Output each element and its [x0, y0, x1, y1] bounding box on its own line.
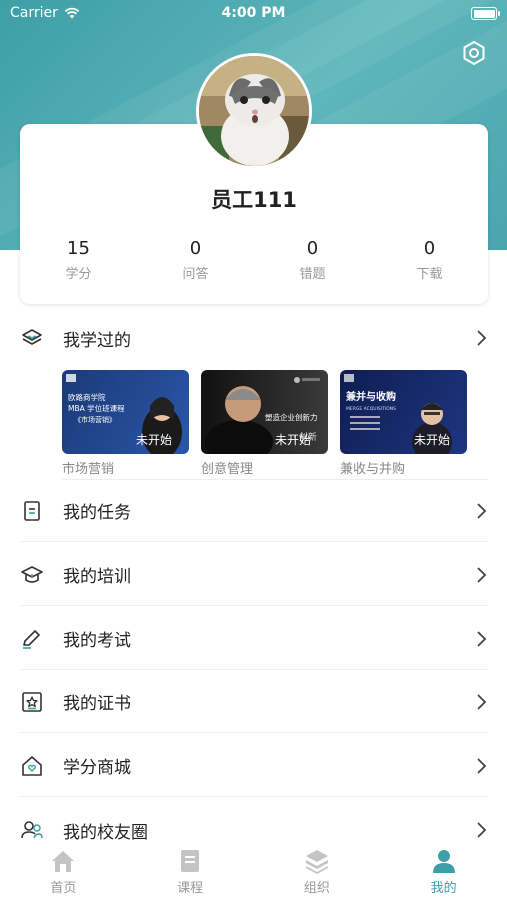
tab-label: 课程	[177, 881, 204, 896]
course-status: 未开始	[135, 433, 172, 447]
menu-item-exams[interactable]: 我的考试	[20, 608, 488, 670]
tab-label: 组织	[303, 881, 330, 896]
menu-item-certificates[interactable]: 我的证书	[20, 671, 488, 733]
layers-icon	[22, 329, 42, 345]
home-heart-icon	[22, 755, 42, 776]
clock: 4:00 PM	[221, 5, 286, 21]
battery-icon	[471, 7, 500, 20]
menu-item-credit-mall[interactable]: 学分商城	[20, 735, 488, 797]
menu-label: 我的任务	[63, 503, 131, 523]
graduation-cap-icon	[21, 565, 43, 583]
chevron-right-icon	[477, 822, 487, 838]
certificate-icon	[22, 691, 42, 712]
tab-home[interactable]: 首页	[0, 844, 127, 900]
stat-value: 0	[423, 238, 436, 259]
tab-bar: 首页 课程 组织 我的	[0, 844, 507, 900]
home-icon	[52, 851, 75, 872]
chevron-right-icon	[477, 566, 487, 583]
tab-label: 我的	[430, 881, 457, 896]
stat-value: 0	[306, 238, 319, 259]
task-icon	[24, 500, 40, 521]
stat-value: 15	[67, 238, 90, 259]
thumb-text: MERGE ACQUISITIONS	[346, 406, 396, 412]
layers-icon	[305, 850, 328, 874]
course-thumbnail: 欧路商学院 MBA 学位班课程 《市场营销》 未开始	[62, 370, 189, 454]
course-name: 兼收与并购	[340, 462, 406, 477]
thumb-text: 兼并与收购	[346, 390, 396, 403]
menu-label: 我的考试	[63, 631, 131, 651]
book-icon	[181, 850, 200, 872]
chevron-right-icon	[477, 757, 487, 774]
course-name: 市场营销	[62, 462, 115, 477]
stat-credits[interactable]: 15 学分	[20, 238, 137, 282]
course-card[interactable]: 欧路商学院 MBA 学位班课程 《市场营销》 未开始 市场营销	[62, 370, 189, 477]
thumb-text: 《市场营销》	[74, 415, 116, 424]
learned-section-header[interactable]: 我学过的	[20, 309, 488, 367]
username: 员工111	[211, 188, 297, 212]
learned-title: 我学过的	[63, 330, 131, 351]
stat-label: 问答	[182, 267, 209, 282]
menu-label: 我的培训	[63, 567, 131, 587]
stats-row: 15 学分 0 问答 0 错题 0 下载	[20, 238, 488, 282]
course-card[interactable]: 兼并与收购 MERGE ACQUISITIONS 未开始 兼收与并购	[340, 370, 467, 477]
tab-courses[interactable]: 课程	[127, 844, 254, 900]
stat-label: 错题	[299, 267, 326, 282]
menu-item-training[interactable]: 我的培训	[20, 544, 488, 606]
pencil-icon	[23, 629, 40, 649]
avatar-photo	[199, 56, 309, 166]
chevron-right-icon	[477, 502, 487, 519]
menu-label: 我的校友圈	[63, 822, 148, 843]
menu-item-tasks[interactable]: 我的任务	[20, 480, 488, 542]
menu-label: 我的证书	[63, 694, 131, 714]
tab-label: 首页	[50, 881, 77, 896]
course-status: 未开始	[274, 433, 311, 447]
stat-downloads[interactable]: 0 下载	[371, 238, 488, 282]
menu-label: 学分商城	[63, 758, 131, 778]
chevron-right-icon	[477, 330, 487, 346]
tab-organization[interactable]: 组织	[254, 844, 381, 900]
course-status: 未开始	[413, 433, 450, 447]
course-name: 创意管理	[201, 462, 254, 477]
chevron-right-icon	[477, 630, 487, 647]
stat-wrong-questions[interactable]: 0 错题	[254, 238, 371, 282]
course-card[interactable]: 塑造企业创新力 · 创新 未开始 创意管理	[201, 370, 328, 477]
user-icon	[432, 850, 455, 873]
settings-icon[interactable]	[461, 40, 487, 66]
thumb-text: 塑造企业创新力	[265, 412, 318, 422]
people-icon	[21, 821, 43, 839]
learned-courses: 欧路商学院 MBA 学位班课程 《市场营销》 未开始 市场营销 塑造企业创新力 …	[62, 370, 472, 477]
course-thumbnail: 兼并与收购 MERGE ACQUISITIONS 未开始	[340, 370, 467, 454]
course-thumbnail: 塑造企业创新力 · 创新 未开始	[201, 370, 328, 454]
chevron-right-icon	[477, 693, 487, 710]
status-bar: Carrier 4:00 PM	[0, 0, 507, 28]
thumb-text: 欧路商学院	[68, 392, 106, 402]
stat-value: 0	[189, 238, 202, 259]
stat-qa[interactable]: 0 问答	[137, 238, 254, 282]
avatar[interactable]	[196, 53, 312, 169]
stat-label: 学分	[65, 267, 92, 282]
tab-mine[interactable]: 我的	[380, 844, 507, 900]
thumb-text: MBA 学位班课程	[68, 403, 125, 413]
stat-label: 下载	[416, 267, 443, 282]
